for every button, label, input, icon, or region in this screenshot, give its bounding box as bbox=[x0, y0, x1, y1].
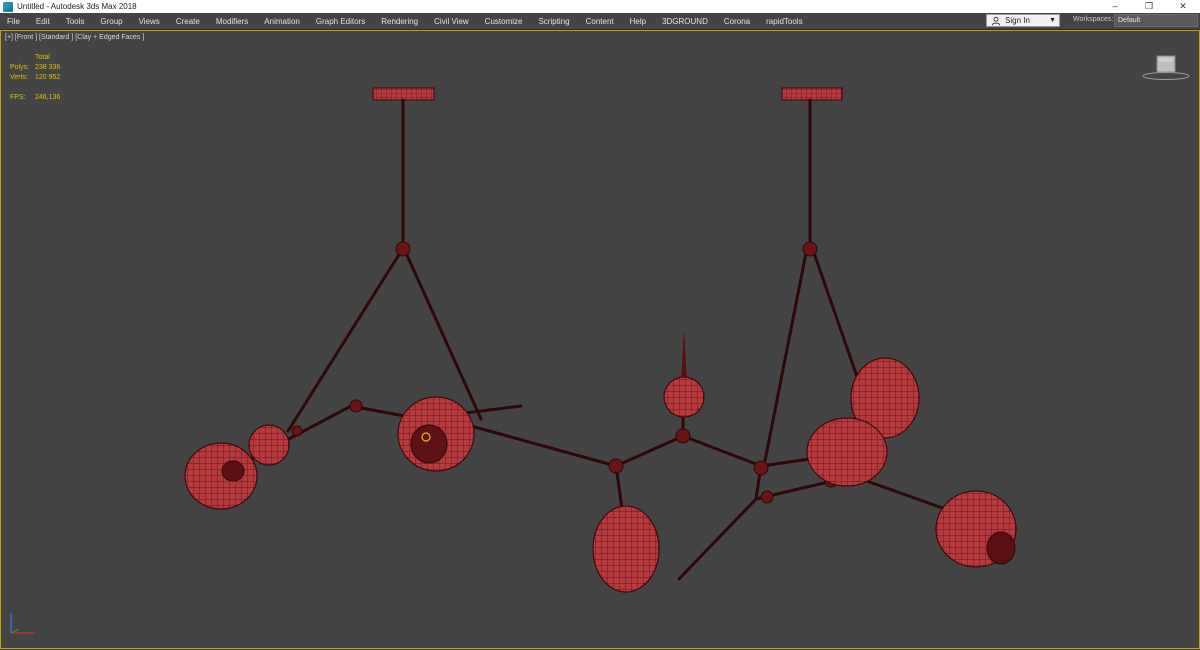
globe-small-left bbox=[248, 424, 290, 466]
close-button[interactable]: ✕ bbox=[1166, 0, 1200, 13]
menu-group[interactable]: Group bbox=[92, 17, 130, 26]
ceiling-canopy-right bbox=[781, 87, 843, 101]
front-viewport[interactable]: [+] [Front ] [Standard ] [Clay + Edged F… bbox=[0, 30, 1200, 649]
workspaces-label: Workspaces: bbox=[1073, 16, 1114, 23]
chandelier-model[interactable] bbox=[1, 31, 1199, 648]
window-title: Untitled - Autodesk 3ds Max 2018 bbox=[17, 2, 137, 11]
menu-modifiers[interactable]: Modifiers bbox=[208, 17, 256, 26]
menu-tools[interactable]: Tools bbox=[58, 17, 93, 26]
menu-customize[interactable]: Customize bbox=[477, 17, 531, 26]
menu-help[interactable]: Help bbox=[622, 17, 654, 26]
globe-right-middle bbox=[806, 417, 888, 487]
menu-edit[interactable]: Edit bbox=[28, 17, 58, 26]
minimize-button[interactable]: – bbox=[1098, 0, 1132, 13]
top-spike bbox=[681, 329, 687, 381]
restore-button[interactable]: ❐ bbox=[1132, 0, 1166, 13]
menu-file[interactable]: File bbox=[0, 17, 28, 26]
globe-top-center bbox=[663, 376, 705, 418]
chevron-down-icon: ▼ bbox=[1049, 17, 1056, 24]
menu-civil-view[interactable]: Civil View bbox=[426, 17, 477, 26]
ceiling-canopy-left bbox=[372, 87, 435, 101]
3dsmax-app-icon bbox=[3, 1, 13, 12]
title-bar: Untitled - Autodesk 3ds Max 2018 – ❐ ✕ bbox=[0, 0, 1200, 13]
menu-rapidtools[interactable]: rapidTools bbox=[758, 17, 810, 26]
user-icon bbox=[991, 16, 1001, 25]
globe-far-left bbox=[184, 442, 258, 510]
menu-views[interactable]: Views bbox=[131, 17, 168, 26]
menu-scripting[interactable]: Scripting bbox=[530, 17, 577, 26]
menu-create[interactable]: Create bbox=[168, 17, 208, 26]
menu-3dground[interactable]: 3DGROUND bbox=[654, 17, 716, 26]
sign-in-label: Sign In bbox=[1005, 16, 1030, 25]
sign-in-dropdown[interactable]: Sign In ▼ bbox=[986, 14, 1060, 27]
menu-animation[interactable]: Animation bbox=[256, 17, 308, 26]
axis-tripod-icon bbox=[10, 613, 35, 634]
menu-bar: File Edit Tools Group Views Create Modif… bbox=[0, 13, 1200, 30]
workspaces-select[interactable]: Default bbox=[1114, 14, 1198, 27]
menu-corona[interactable]: Corona bbox=[716, 17, 758, 26]
menu-graph-editors[interactable]: Graph Editors bbox=[308, 17, 373, 26]
menu-content[interactable]: Content bbox=[578, 17, 622, 26]
window-controls: – ❐ ✕ bbox=[1098, 0, 1200, 13]
menu-rendering[interactable]: Rendering bbox=[373, 17, 426, 26]
globe-bottom-center bbox=[592, 505, 660, 593]
